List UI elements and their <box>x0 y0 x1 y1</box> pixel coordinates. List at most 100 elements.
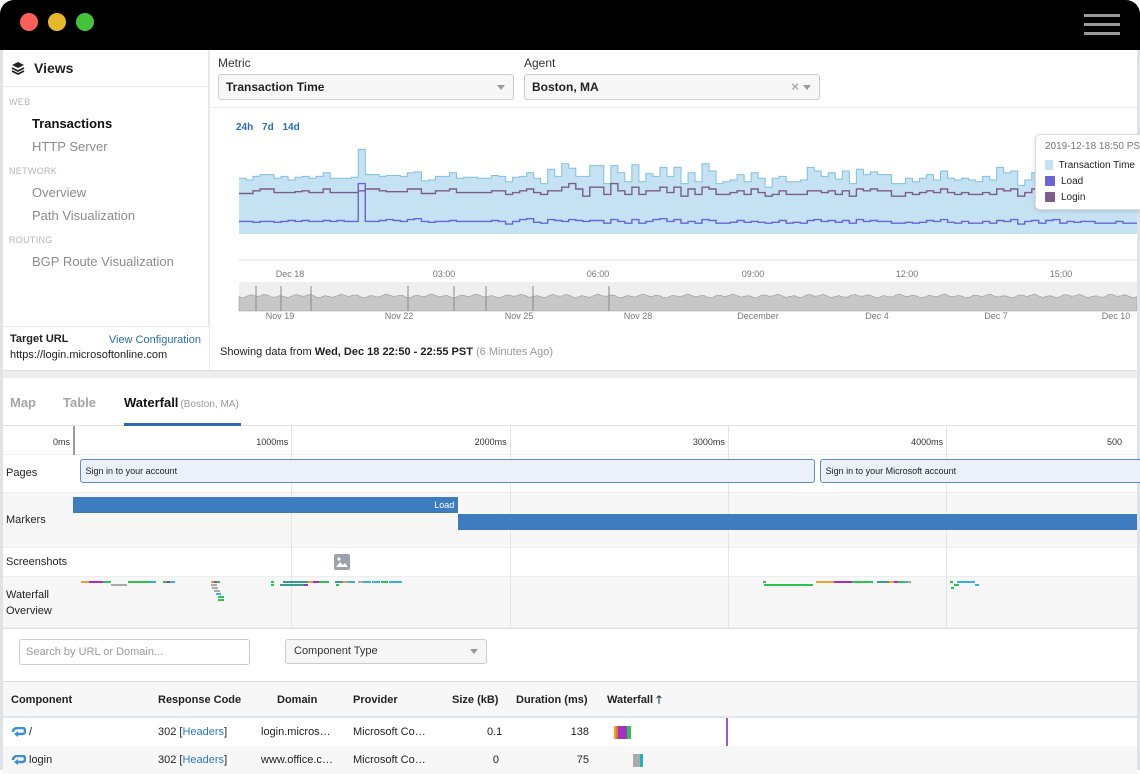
navigator-tick-label: Dec 10 <box>1102 311 1131 321</box>
col-size[interactable]: Size (kB) <box>452 682 498 718</box>
page-block[interactable]: Sign in to your Microsoft account <box>819 459 1140 483</box>
waterfall-bar-segment <box>618 726 627 739</box>
views-header: Views <box>3 50 208 87</box>
sidebar-item-bgp-route-visualization[interactable]: BGP Route Visualization <box>3 250 208 273</box>
image-icon[interactable] <box>333 554 350 570</box>
section-routing: ROUTING <box>9 235 53 245</box>
overview-request-bar <box>111 584 127 586</box>
waterfall-timeline: 0ms 1000ms 2000ms 3000ms 4000ms 500 Pages Mar… <box>3 426 1140 628</box>
section-web: WEB <box>9 97 31 107</box>
sidebar-item-overview[interactable]: Overview <box>3 181 208 204</box>
close-window-button[interactable] <box>20 13 38 31</box>
navigator-series <box>238 293 1137 312</box>
overview-request-bar <box>170 581 175 583</box>
showing-ago: (6 Minutes Ago) <box>476 346 554 358</box>
tab-waterfall-label: Waterfall <box>124 395 179 410</box>
showing-range: Wed, Dec 18 22:50 - 22:55 PST <box>314 346 473 358</box>
minimize-window-button[interactable] <box>48 13 66 31</box>
lane-screenshots: Screenshots <box>3 548 1137 577</box>
metric-select[interactable]: Transaction Time <box>218 74 514 100</box>
range-7d[interactable]: 7d <box>262 122 274 133</box>
overview-request-bar <box>975 584 979 586</box>
col-provider[interactable]: Provider <box>353 682 398 718</box>
overview-request-bar <box>951 587 954 589</box>
sidebar-item-path-visualization[interactable]: Path Visualization <box>3 204 208 227</box>
overview-request-bar <box>89 581 103 583</box>
tab-table[interactable]: Table <box>63 395 96 410</box>
section-network: NETWORK <box>9 166 58 176</box>
navigator-tick-label: Dec 7 <box>984 311 1008 321</box>
components-table: Component Response Code Domain Provider … <box>3 682 1137 774</box>
timeline-tick-label: 2000ms <box>474 437 507 447</box>
sidebar-item-transactions[interactable]: Transactions <box>3 112 208 135</box>
overview-request-bar <box>389 581 402 583</box>
overview-request-bar <box>877 581 889 583</box>
layers-icon <box>11 62 25 75</box>
navigator-tick-label: Nov 19 <box>266 311 295 321</box>
lane-label: Pages <box>6 467 38 479</box>
waterfall-bar-segment <box>633 754 640 767</box>
showing-prefix: Showing data from <box>220 346 315 358</box>
agent-select[interactable]: Boston, MA × <box>524 74 820 100</box>
table-row[interactable]: / 302 [Headers] login.micros… Microsoft … <box>3 718 1137 746</box>
overview-request-bar <box>103 581 111 583</box>
navigator-tick-label: Nov 28 <box>624 311 653 321</box>
tab-map[interactable]: Map <box>10 395 36 410</box>
col-waterfall[interactable]: Waterfall 🡑 <box>607 682 662 718</box>
navigator-tick-label: Nov 22 <box>385 311 414 321</box>
tooltip-row-login: Login <box>1045 189 1135 205</box>
overview-request-bar <box>763 581 766 583</box>
lane-label: Screenshots <box>6 556 68 568</box>
hamburger-icon[interactable] <box>1084 14 1120 38</box>
timeseries-chart[interactable]: Dec 18 03:00 06:00 09:00 12:00 15:00 Nov 19 Nov… <box>210 136 1137 366</box>
overview-request-bar <box>335 581 343 583</box>
maximize-window-button[interactable] <box>76 13 94 31</box>
overview-request-bar <box>816 581 834 583</box>
legend-swatch <box>1045 176 1055 186</box>
overview-request-bar <box>950 581 953 583</box>
range-14d[interactable]: 14d <box>282 122 299 133</box>
size-cell: 0.1 <box>487 726 503 738</box>
sidebar: Views WEB Transactions HTTP Server NETWO… <box>3 50 209 370</box>
metric-value: Transaction Time <box>226 80 325 94</box>
timeline-tick-label: 4000ms <box>911 437 944 447</box>
overview-request-bar <box>217 581 220 583</box>
chevron-down-icon <box>803 85 811 90</box>
col-component[interactable]: Component <box>11 682 72 718</box>
clear-icon[interactable]: × <box>791 75 799 99</box>
tab-waterfall-agent: (Boston, MA) <box>180 399 239 410</box>
overview-request-bar <box>283 581 308 583</box>
overview-request-bar <box>211 584 217 586</box>
overview-request-bar <box>218 596 224 598</box>
component-name: login <box>29 754 53 766</box>
headers-link[interactable]: Headers <box>182 754 224 766</box>
x-tick-label: 12:00 <box>896 269 919 279</box>
navigator-tick-label: Dec 4 <box>865 311 889 321</box>
sidebar-item-http-server[interactable]: HTTP Server <box>3 135 208 158</box>
range-24h[interactable]: 24h <box>236 122 253 133</box>
component-cell: / <box>11 718 32 746</box>
view-configuration-link[interactable]: View Configuration <box>109 334 201 346</box>
chevron-down-icon <box>470 649 478 654</box>
overview-request-bar <box>372 581 380 583</box>
overview-request-bar <box>381 581 388 583</box>
search-input[interactable]: Search by URL or Domain... <box>19 639 250 665</box>
col-waterfall-label: Waterfall <box>607 694 654 706</box>
marker-bar[interactable] <box>458 514 1137 530</box>
page-block[interactable]: Sign in to your account <box>79 459 816 483</box>
headers-link[interactable]: Headers <box>182 726 224 738</box>
tooltip-label: Transaction Time <box>1058 159 1135 171</box>
overview-request-bar <box>957 581 975 583</box>
timeline-tick-label: 0ms <box>52 437 70 447</box>
lane-label: Waterfall Overview <box>6 589 52 617</box>
overview-request-bar <box>280 584 304 586</box>
target-url-value: https://login.microsoftonline.com <box>10 349 168 361</box>
col-duration[interactable]: Duration (ms) <box>516 682 588 718</box>
component-type-select[interactable]: Component Type <box>285 639 487 664</box>
tab-waterfall[interactable]: Waterfall (Boston, MA) <box>124 395 239 410</box>
duration-cell: 138 <box>570 726 589 738</box>
col-response-code[interactable]: Response Code <box>158 682 241 718</box>
col-domain[interactable]: Domain <box>277 682 317 718</box>
timeline-axis: 0ms 1000ms 2000ms 3000ms 4000ms 500 <box>3 426 1137 455</box>
marker-bar[interactable]: Load <box>73 497 459 513</box>
